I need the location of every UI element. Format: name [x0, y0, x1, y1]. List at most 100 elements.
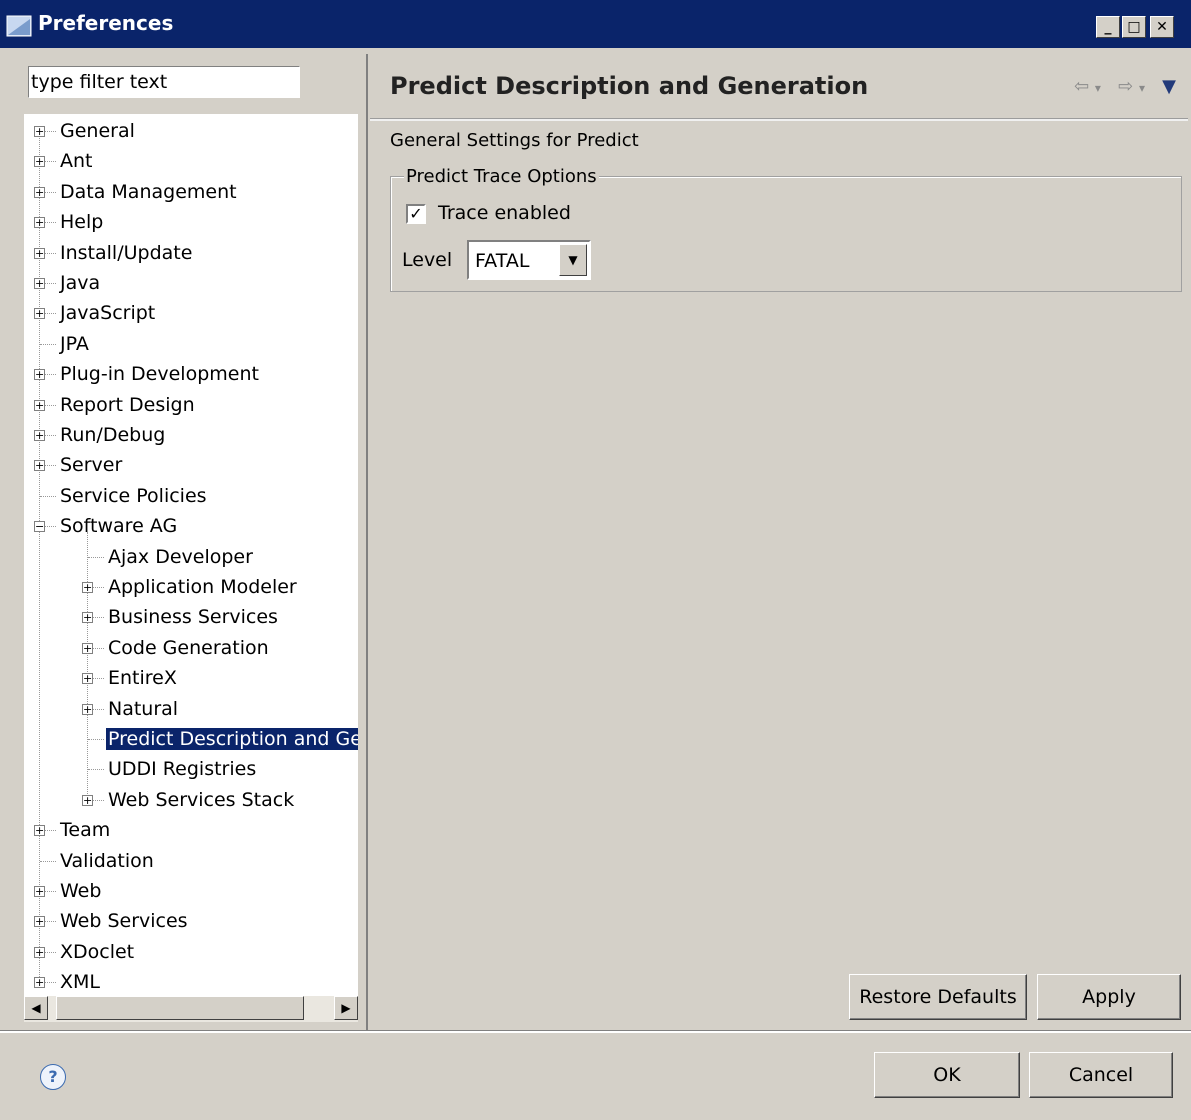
tree-item-label: Service Policies [60, 484, 207, 507]
expand-icon[interactable]: + [82, 794, 93, 806]
tree-item[interactable]: Plug-in Development [58, 360, 261, 388]
expand-icon[interactable]: + [34, 278, 45, 289]
tree-item[interactable]: JavaScript [58, 299, 157, 327]
panel-splitter[interactable] [366, 54, 368, 1030]
tree-item-label: Natural [108, 697, 179, 720]
expand-icon[interactable]: + [34, 126, 45, 137]
level-value: FATAL [475, 250, 530, 272]
tree-item[interactable]: XDoclet [58, 938, 136, 966]
tree-item[interactable]: Service Policies [58, 482, 209, 510]
tree-item[interactable]: Ant [58, 147, 95, 175]
tree-item[interactable]: Web [58, 877, 103, 905]
window-titlebar: Preferences _ □ ✕ [0, 0, 1191, 48]
level-select[interactable]: FATAL ▼ [467, 240, 591, 280]
apply-button[interactable]: Apply [1037, 974, 1181, 1020]
tree-item[interactable]: Application Modeler [106, 573, 299, 601]
tree-item[interactable]: Install/Update [58, 239, 194, 267]
tree-horizontal-scrollbar[interactable]: ◀ ▶ [24, 996, 358, 1022]
filter-input[interactable] [28, 66, 300, 98]
cancel-button[interactable]: Cancel [1029, 1052, 1173, 1098]
tree-item[interactable]: Natural [106, 695, 180, 723]
expand-icon[interactable]: + [34, 460, 45, 472]
tree-item-label: Help [60, 211, 104, 234]
view-menu-icon[interactable]: ▼ [1162, 76, 1176, 97]
expand-icon[interactable]: + [34, 369, 45, 381]
preferences-icon [6, 15, 32, 37]
tree-item-label: EntireX [108, 667, 177, 690]
tree-item-label: Web Services Stack [108, 788, 295, 811]
tree-item-label: Ajax Developer [108, 545, 253, 568]
expand-icon[interactable]: + [34, 977, 45, 989]
ok-button[interactable]: OK [874, 1052, 1020, 1098]
tree-item-label: Validation [60, 849, 154, 872]
maximize-button[interactable]: □ [1122, 16, 1146, 38]
expand-icon[interactable]: + [34, 156, 45, 168]
close-button[interactable]: ✕ [1150, 16, 1174, 38]
help-icon[interactable]: ? [40, 1064, 66, 1090]
expand-icon[interactable]: + [82, 612, 93, 624]
expand-icon[interactable]: + [34, 946, 45, 958]
scroll-thumb[interactable] [56, 996, 304, 1020]
expand-icon[interactable]: + [82, 673, 93, 685]
tree-item-label: JavaScript [60, 302, 156, 325]
dropdown-arrow-icon[interactable]: ▼ [559, 244, 587, 276]
trace-enabled-checkbox[interactable]: ✓ [406, 204, 426, 224]
expand-icon[interactable]: + [34, 186, 45, 198]
tree-item-label: Web Services [60, 910, 188, 933]
forward-menu-icon[interactable]: ▾ [1139, 81, 1145, 95]
tree-item[interactable]: Software AG [58, 512, 179, 540]
scroll-right-button[interactable]: ▶ [334, 996, 358, 1020]
tree-item[interactable]: Web Services Stack [106, 786, 296, 814]
scroll-left-button[interactable]: ◀ [24, 996, 48, 1020]
tree-item[interactable]: Data Management [58, 178, 239, 206]
expand-icon[interactable]: + [34, 247, 45, 259]
tree-item-label: Install/Update [60, 241, 193, 264]
tree-item[interactable]: UDDI Registries [106, 755, 258, 783]
tree-item[interactable]: Report Design [58, 391, 197, 419]
tree-item[interactable]: Java [58, 269, 102, 297]
page-title: Predict Description and Generation [390, 72, 869, 100]
page-navigation: ⇦ ▾ ⇨ ▾ ▼ [1074, 76, 1176, 97]
forward-arrow-icon[interactable]: ⇨ [1118, 76, 1133, 97]
check-icon: ✓ [409, 204, 423, 223]
tree-item-label: General [60, 120, 135, 142]
tree-item[interactable]: Team [58, 816, 112, 844]
collapse-icon[interactable]: − [34, 521, 45, 533]
tree-item[interactable]: Business Services [106, 603, 280, 631]
tree-item[interactable]: JPA [58, 330, 91, 358]
tree-item-label: Plug-in Development [60, 363, 259, 386]
expand-icon[interactable]: + [34, 916, 45, 928]
expand-icon[interactable]: + [34, 217, 45, 229]
expand-icon[interactable]: + [34, 308, 45, 320]
minimize-button[interactable]: _ [1096, 16, 1120, 38]
tree-item[interactable]: Web Services [58, 907, 190, 935]
expand-icon[interactable]: + [34, 399, 45, 411]
expand-icon[interactable]: + [82, 703, 93, 715]
expand-icon[interactable]: + [34, 430, 45, 441]
expand-icon[interactable]: + [34, 886, 45, 897]
tree-item-label: Server [60, 454, 123, 477]
tree-item[interactable]: Validation [58, 847, 156, 875]
expand-icon[interactable]: + [34, 825, 45, 837]
tree-item[interactable]: EntireX [106, 664, 179, 692]
tree-item[interactable]: Help [58, 208, 105, 236]
header-separator [370, 118, 1188, 121]
tree-item[interactable]: XML [58, 968, 102, 996]
back-arrow-icon[interactable]: ⇦ [1074, 76, 1089, 97]
tree-item-label: Team [60, 819, 111, 842]
trace-enabled-label[interactable]: Trace enabled [438, 202, 571, 224]
tree-item-label: Business Services [108, 606, 278, 629]
restore-defaults-button[interactable]: Restore Defaults [849, 974, 1027, 1020]
back-menu-icon[interactable]: ▾ [1095, 81, 1101, 95]
tree-item-label: XDoclet [60, 940, 135, 963]
tree-item[interactable]: Code Generation [106, 634, 271, 662]
tree-item[interactable]: Predict Description and Ger [106, 725, 358, 753]
group-label: Predict Trace Options [404, 166, 599, 187]
tree-item[interactable]: Server [58, 451, 124, 479]
tree-item-label: Ant [60, 150, 93, 173]
tree-item[interactable]: Ajax Developer [106, 543, 255, 571]
expand-icon[interactable]: + [82, 642, 93, 654]
tree-item[interactable]: Run/Debug [58, 421, 167, 449]
tree-item[interactable]: General [58, 117, 137, 145]
expand-icon[interactable]: + [82, 582, 93, 593]
